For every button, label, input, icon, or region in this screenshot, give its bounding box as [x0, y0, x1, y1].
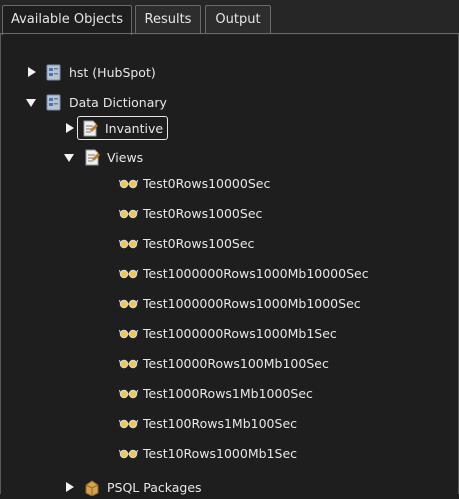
view-item-label: Test1000000Rows1000Mb1000Sec: [143, 295, 361, 311]
view-item[interactable]: Test1000000Rows1000Mb10000Sec: [119, 261, 369, 285]
tree-node-views[interactable]: Views: [63, 145, 143, 169]
view-item-label: Test10Rows1000Mb1Sec: [143, 445, 298, 461]
view-item[interactable]: Test0Rows10000Sec: [119, 171, 270, 195]
glasses-icon: [119, 419, 139, 429]
tree-node-psql-packages[interactable]: PSQL Packages: [63, 475, 202, 499]
glasses-icon: [119, 269, 139, 279]
view-item[interactable]: Test1000000Rows1000Mb1Sec: [119, 321, 337, 345]
tab-results[interactable]: Results: [135, 5, 201, 34]
view-item[interactable]: Test1000000Rows1000Mb1000Sec: [119, 291, 361, 315]
tab-bar: Available Objects Results Output: [0, 0, 459, 35]
tree-node-hst[interactable]: hst (HubSpot): [25, 60, 156, 84]
database-icon: [46, 94, 61, 111]
glasses-icon: [119, 449, 139, 459]
view-item-label: Test1000000Rows1000Mb1Sec: [143, 325, 337, 341]
expand-arrow-icon[interactable]: [63, 121, 77, 135]
tab-available-objects[interactable]: Available Objects: [2, 5, 132, 35]
view-item-label: Test0Rows100Sec: [143, 235, 255, 251]
schema-icon: [85, 149, 100, 166]
view-item[interactable]: Test0Rows1000Sec: [119, 201, 262, 225]
glasses-icon: [119, 389, 139, 399]
expand-arrow-icon[interactable]: [25, 65, 39, 79]
view-item[interactable]: Test0Rows100Sec: [119, 231, 254, 255]
glasses-icon: [119, 359, 139, 369]
glasses-icon: [119, 329, 139, 339]
database-icon: [46, 64, 61, 81]
view-item-label: Test0Rows10000Sec: [143, 175, 271, 191]
tree-node-label: PSQL Packages: [107, 479, 202, 495]
tree-node-label: Views: [107, 149, 144, 165]
view-item-label: Test100Rows1Mb100Sec: [143, 415, 298, 431]
tree-node-label: Data Dictionary: [69, 94, 167, 110]
collapse-arrow-icon[interactable]: [25, 95, 39, 109]
glasses-icon: [119, 239, 139, 249]
schema-icon: [83, 120, 98, 137]
package-icon: [85, 480, 99, 496]
glasses-icon: [119, 299, 139, 309]
available-objects-panel: hst (HubSpot) Data Dictionary Invantive: [0, 34, 459, 496]
glasses-icon: [119, 179, 139, 189]
view-item[interactable]: Test100Rows1Mb100Sec: [119, 411, 297, 435]
collapse-arrow-icon[interactable]: [63, 150, 77, 164]
tree-node-invantive[interactable]: Invantive: [63, 115, 169, 141]
tab-output[interactable]: Output: [205, 5, 271, 34]
view-item-label: Test10000Rows100Mb100Sec: [143, 355, 329, 371]
view-item[interactable]: Test10Rows1000Mb1Sec: [119, 441, 297, 465]
tree-node-label: Invantive: [105, 120, 164, 136]
view-item[interactable]: Test10000Rows100Mb100Sec: [119, 351, 329, 375]
view-item-label: Test1000Rows1Mb1000Sec: [143, 385, 313, 401]
glasses-icon: [119, 209, 139, 219]
tree-node-data-dictionary[interactable]: Data Dictionary: [25, 90, 167, 114]
selected-node-highlight: Invantive: [77, 116, 169, 140]
view-item-label: Test1000000Rows1000Mb10000Sec: [143, 265, 369, 281]
tree-node-label: hst (HubSpot): [69, 64, 156, 80]
expand-arrow-icon[interactable]: [63, 480, 77, 494]
view-item-label: Test0Rows1000Sec: [143, 205, 263, 221]
view-item[interactable]: Test1000Rows1Mb1000Sec: [119, 381, 313, 405]
